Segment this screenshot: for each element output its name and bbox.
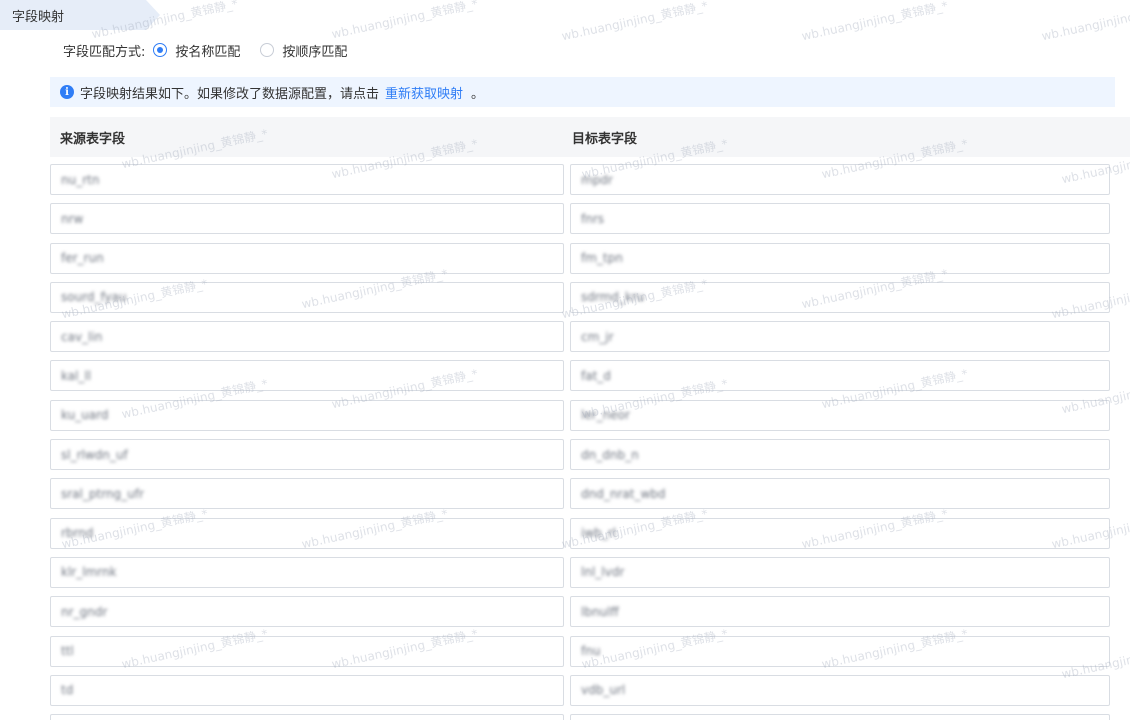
refresh-mapping-link[interactable]: 重新获取映射 (385, 83, 463, 102)
target-field-input[interactable] (570, 714, 1110, 720)
match-mode-row: 字段匹配方式: 按名称匹配 按顺序匹配 (63, 40, 347, 60)
watermark-text: wb.huangjinjing_黄锦静_* (800, 0, 950, 44)
mapping-row: sl_rlwdn_uf dn_dnb_n (50, 439, 1130, 478)
source-field-input[interactable]: rbrnd (50, 517, 564, 549)
source-field-value: ku_uard (61, 408, 109, 423)
target-field-input[interactable]: cm_jr (570, 321, 1110, 353)
source-field-input[interactable]: ku_uard (50, 399, 564, 431)
mapping-row: rbrnd iwb_rl (50, 517, 1130, 557)
target-field-input[interactable]: fnu (570, 635, 1110, 667)
target-field-value: fm_tpn (581, 251, 623, 266)
source-field-input[interactable]: nr_gndr (50, 596, 564, 628)
source-field-input[interactable] (50, 714, 564, 720)
source-field-value: td (61, 683, 74, 698)
target-field-value: cm_jr (581, 329, 614, 344)
radio-checked-icon (153, 43, 168, 57)
target-field-value: mpdr (581, 172, 613, 187)
watermark-text: wb.huangjinjing_黄锦静_* (560, 0, 710, 44)
target-field-value: vdb_url (581, 683, 626, 698)
source-field-value: rbrnd (61, 526, 94, 541)
info-text: 字段映射结果如下。如果修改了数据源配置，请点击 (80, 86, 380, 102)
source-field-input[interactable]: nu_rtn (50, 164, 564, 195)
target-field-value: lbnulff (581, 604, 619, 619)
radio-label: 按名称匹配 (175, 44, 241, 60)
source-field-value: cav_lin (61, 329, 103, 344)
source-field-value: fer_run (61, 251, 104, 266)
mapping-row: nu_rtn mpdr (50, 164, 1130, 203)
source-field-input[interactable]: kal_ll (50, 360, 564, 392)
match-mode-label: 字段匹配方式: (63, 44, 146, 60)
source-field-value: nrw (61, 211, 84, 226)
mapping-row: ku_uard ler_neor (50, 399, 1130, 439)
source-field-value: sral_ptrng_ufr (61, 486, 144, 501)
target-field-input[interactable]: dnd_nrat_wbd (570, 478, 1110, 510)
target-field-input[interactable]: dn_dnb_n (570, 439, 1110, 471)
target-field-value: ler_neor (581, 408, 630, 423)
source-field-input[interactable]: sral_ptrng_ufr (50, 478, 564, 510)
source-field-value: sourd_fyau (61, 290, 127, 305)
info-suffix: 。 (471, 86, 485, 102)
target-field-input[interactable]: lnl_lvdr (570, 556, 1110, 588)
source-field-input[interactable]: ttl (50, 635, 564, 667)
source-column-header: 来源表字段 (60, 131, 126, 147)
target-field-input[interactable]: fat_d (570, 360, 1110, 392)
radio-match-by-name[interactable]: 按名称匹配 (145, 41, 240, 60)
mapping-row: nrw fnrs (50, 203, 1130, 242)
target-field-input[interactable]: lbnulff (570, 596, 1110, 628)
source-field-value: ttl (61, 644, 74, 659)
target-field-input[interactable]: fm_tpn (570, 242, 1110, 274)
section-title: 字段映射 (0, 0, 146, 30)
info-bar: i 字段映射结果如下。如果修改了数据源配置，请点击 重新获取映射 。 (50, 77, 1115, 107)
source-field-input[interactable]: cav_lin (50, 321, 564, 353)
source-field-input[interactable]: td (50, 674, 564, 706)
tab-arrow (146, 0, 160, 30)
source-field-value: nr_gndr (61, 604, 108, 619)
source-field-value: sl_rlwdn_uf (61, 447, 128, 462)
mapping-row: kal_ll fat_d (50, 360, 1130, 399)
mapping-row (50, 714, 1130, 720)
target-field-value: lnl_lvdr (581, 565, 625, 580)
target-field-input[interactable]: iwb_rl (570, 517, 1110, 549)
mapping-rows: nu_rtn mpdr nrw fnrs fer_run fm_tpn sourd_fyau… (50, 164, 1130, 720)
mapping-row: cav_lin cm_jr (50, 321, 1130, 360)
mapping-row: td vdb_url (50, 674, 1130, 714)
target-field-input[interactable]: vdb_url (570, 674, 1110, 706)
radio-label: 按顺序匹配 (282, 44, 348, 60)
info-icon: i (60, 85, 74, 99)
table-header: 来源表字段 目标表字段 (50, 117, 1130, 157)
source-field-input[interactable]: sl_rlwdn_uf (50, 439, 564, 471)
field-mapping-page: 字段映射 字段匹配方式: 按名称匹配 按顺序匹配 i 字段映射结果如下。如果修改… (0, 0, 1130, 720)
source-field-value: kal_ll (61, 368, 92, 383)
source-field-input[interactable]: klr_lmrnk (50, 556, 564, 588)
target-field-input[interactable]: fnrs (570, 203, 1110, 235)
target-field-input[interactable]: mpdr (570, 164, 1110, 195)
radio-match-by-order[interactable]: 按顺序匹配 (252, 41, 347, 60)
source-field-input[interactable]: sourd_fyau (50, 281, 564, 313)
mapping-row: sral_ptrng_ufr dnd_nrat_wbd (50, 478, 1130, 517)
target-field-value: dn_dnb_n (581, 447, 639, 462)
source-field-input[interactable]: fer_run (50, 242, 564, 274)
watermark-text: wb.huangjinjing_黄锦静_* (1040, 0, 1130, 44)
mapping-row: sourd_fyau sdrmd_kru (50, 281, 1130, 321)
mapping-row: fer_run fm_tpn (50, 242, 1130, 282)
mapping-row: ttl fnu (50, 635, 1130, 675)
target-field-input[interactable]: sdrmd_kru (570, 281, 1110, 313)
section-tab: 字段映射 (0, 0, 160, 30)
target-field-value: dnd_nrat_wbd (581, 486, 666, 501)
target-field-input[interactable]: ler_neor (570, 399, 1110, 431)
target-field-value: fnu (581, 644, 601, 659)
source-field-value: klr_lmrnk (61, 565, 117, 580)
target-field-value: fat_d (581, 368, 611, 383)
source-field-input[interactable]: nrw (50, 203, 564, 235)
target-field-value: sdrmd_kru (581, 290, 645, 305)
target-field-value: fnrs (581, 211, 605, 226)
watermark-text: wb.huangjinjing_黄锦静_* (330, 0, 480, 42)
source-field-value: nu_rtn (61, 172, 100, 187)
mapping-row: nr_gndr lbnulff (50, 596, 1130, 635)
radio-unchecked-icon (260, 43, 275, 57)
target-field-value: iwb_rl (581, 526, 617, 541)
mapping-row: klr_lmrnk lnl_lvdr (50, 556, 1130, 596)
target-column-header: 目标表字段 (572, 131, 638, 147)
